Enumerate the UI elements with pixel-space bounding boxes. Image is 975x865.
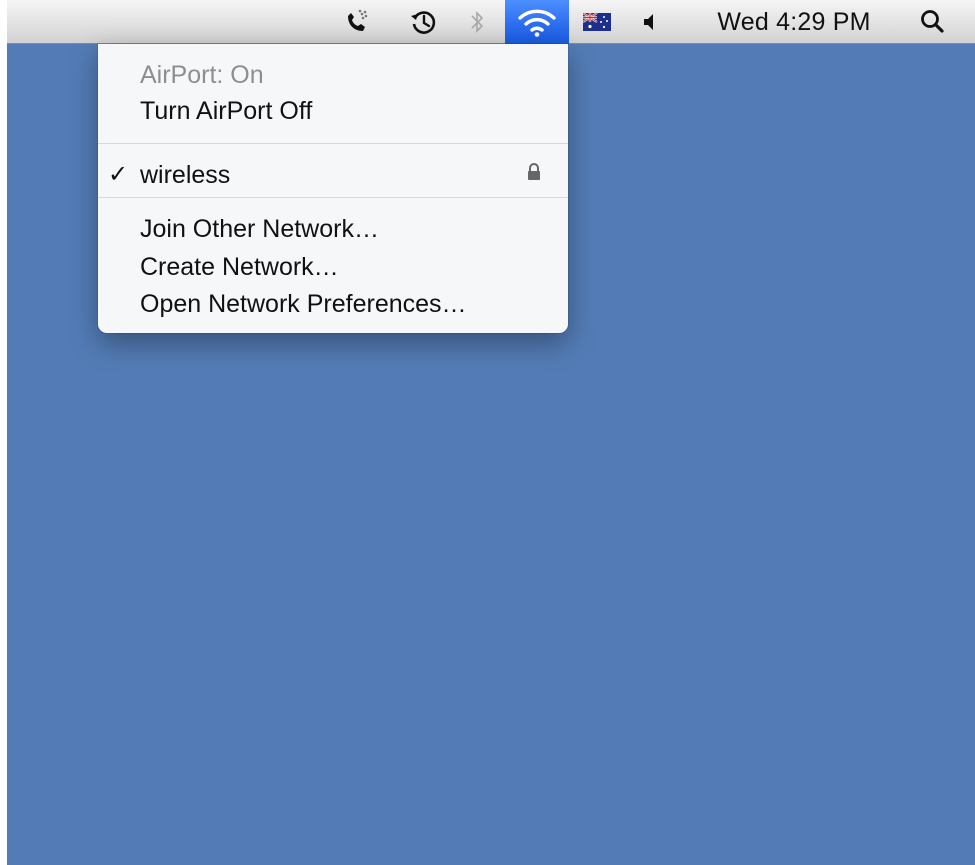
create-network-item[interactable]: Create Network… (140, 252, 339, 282)
wifi-menu-button[interactable] (505, 0, 569, 44)
desktop: Wed 4:29 PM AirPort: On Turn AirPort Off… (7, 0, 975, 865)
spotlight-search-icon[interactable] (913, 0, 953, 44)
menu-separator (98, 197, 568, 198)
australia-flag-icon[interactable] (579, 0, 615, 44)
network-name: wireless (140, 161, 231, 189)
menu-separator (98, 143, 568, 144)
menu-bar-clock[interactable]: Wed 4:29 PM (699, 0, 889, 44)
phone-signal-icon[interactable] (337, 0, 377, 44)
checkmark-icon: ✓ (108, 161, 129, 188)
join-other-network-item[interactable]: Join Other Network… (140, 214, 379, 244)
airport-menu: AirPort: On Turn AirPort Off ✓ wireless … (98, 44, 568, 333)
airport-status-label: AirPort: On (140, 61, 264, 89)
wifi-icon (518, 9, 556, 37)
time-machine-icon[interactable] (403, 0, 443, 44)
menu-bar: Wed 4:29 PM (7, 0, 975, 44)
bluetooth-icon[interactable] (462, 0, 494, 44)
turn-airport-off-item[interactable]: Turn AirPort Off (140, 96, 312, 126)
open-network-preferences-item[interactable]: Open Network Preferences… (140, 289, 467, 319)
volume-icon[interactable] (633, 0, 665, 44)
lock-icon (528, 163, 540, 180)
